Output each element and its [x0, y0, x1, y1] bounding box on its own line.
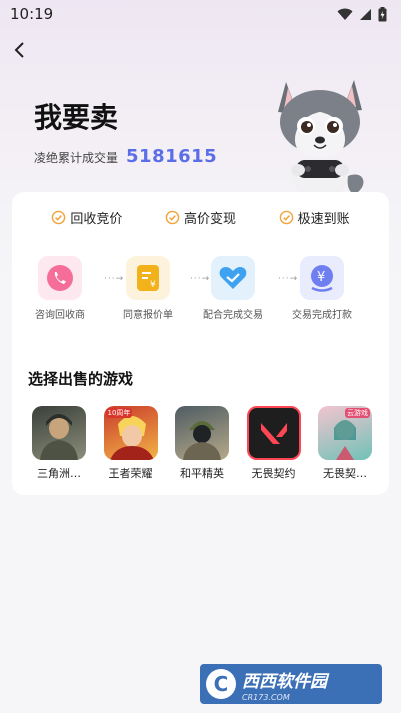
game-item-delta-force[interactable]: 三角洲… — [30, 406, 88, 481]
section-title: 选择出售的游戏 — [28, 370, 134, 388]
battery-icon — [378, 6, 387, 21]
check-circle-icon — [279, 210, 293, 225]
wifi-icon — [337, 8, 353, 20]
step-icon-wrap — [38, 256, 82, 300]
benefits-row: 回收竞价 高价变现 极速到账 — [12, 208, 389, 227]
phone-icon — [47, 265, 73, 291]
benefit-label: 极速到账 — [297, 212, 350, 227]
trade-volume-stat: 凌绝累计成交量 5181615 — [34, 146, 217, 167]
watermark-sub: CR173.COM — [242, 692, 290, 702]
game-icon: 10周年 — [103, 406, 158, 460]
benefit-item: 极速到账 — [279, 208, 350, 227]
valorant-logo-icon — [260, 423, 287, 444]
game-item-valorant[interactable]: 无畏契约 — [245, 406, 303, 481]
status-bar: 10:19 — [0, 0, 401, 28]
process-steps: 咨询回收商 ···→ ¥ 同意报价单 ···→ 配合完成交易 ···→ ¥ 交易… — [35, 256, 368, 326]
step-trade: 配合完成交易 — [193, 256, 273, 321]
sell-card: 回收竞价 高价变现 极速到账 咨询回收商 ···→ ¥ 同意报价单 ···→ 配… — [12, 192, 389, 495]
game-icon: 云游戏 — [318, 406, 372, 460]
watermark: C 西西软件园 CR173.COM — [200, 664, 382, 704]
page-title: 我要卖 — [34, 101, 119, 134]
quote-doc-icon: ¥ — [137, 265, 159, 291]
game-icon — [175, 406, 229, 460]
yuan-payment-icon: ¥ — [311, 265, 333, 292]
status-time: 10:19 — [10, 5, 54, 23]
step-icon-wrap: ¥ — [300, 256, 344, 300]
benefit-label: 高价变现 — [183, 212, 236, 227]
svg-text:¥: ¥ — [317, 270, 325, 285]
benefit-item: 高价变现 — [165, 208, 236, 227]
chevron-left-icon — [14, 42, 24, 58]
watermark-title: 西西软件园 — [242, 671, 327, 692]
game-icon — [246, 406, 301, 460]
game-item-valorant-cloud[interactable]: 云游戏 无畏契… — [316, 406, 374, 481]
check-circle-icon — [52, 210, 66, 225]
benefit-label: 回收竞价 — [70, 212, 123, 227]
game-name: 三角洲… — [37, 467, 81, 480]
step-consult: 咨询回收商 — [20, 256, 100, 321]
game-item-peacekeeper-elite[interactable]: 和平精英 — [173, 406, 231, 481]
watermark-logo: C — [206, 669, 236, 699]
check-circle-icon — [165, 210, 180, 225]
game-name: 和平精英 — [180, 467, 224, 480]
game-name: 无畏契约 — [251, 467, 296, 480]
back-button[interactable] — [8, 38, 30, 62]
soldier-icon — [40, 414, 78, 460]
svg-text:¥: ¥ — [150, 280, 156, 290]
step-label: 同意报价单 — [123, 310, 173, 321]
step-icon-wrap — [211, 256, 255, 300]
step-quote: ¥ 同意报价单 — [108, 256, 188, 321]
game-item-honor-of-kings[interactable]: 10周年 王者荣耀 — [102, 406, 160, 481]
game-name: 无畏契… — [323, 467, 367, 480]
step-icon-wrap: ¥ — [126, 256, 170, 300]
step-payment: ¥ 交易完成打款 — [282, 256, 362, 321]
signal-icon — [360, 8, 371, 20]
watermark-text: 西西软件园 CR173.COM — [242, 667, 327, 702]
step-label: 咨询回收商 — [35, 310, 85, 321]
game-icon — [32, 406, 86, 460]
handshake-icon — [219, 267, 247, 289]
game-list: 三角洲… 10周年 王者荣耀 和平精英 无畏契约 云游戏 无畏契… — [22, 406, 382, 481]
game-name: 王者荣耀 — [108, 467, 153, 480]
step-label: 交易完成打款 — [292, 310, 352, 321]
status-icons — [337, 6, 387, 22]
step-label: 配合完成交易 — [203, 310, 263, 321]
benefit-item: 回收竞价 — [51, 208, 122, 227]
stat-value: 5181615 — [126, 146, 218, 167]
game-badge: 10周年 — [105, 408, 133, 418]
stat-label: 凌绝累计成交量 — [34, 151, 119, 165]
game-badge: 云游戏 — [345, 408, 370, 418]
helmet-soldier-icon — [183, 421, 221, 460]
wolf-mascot-icon — [278, 80, 364, 198]
